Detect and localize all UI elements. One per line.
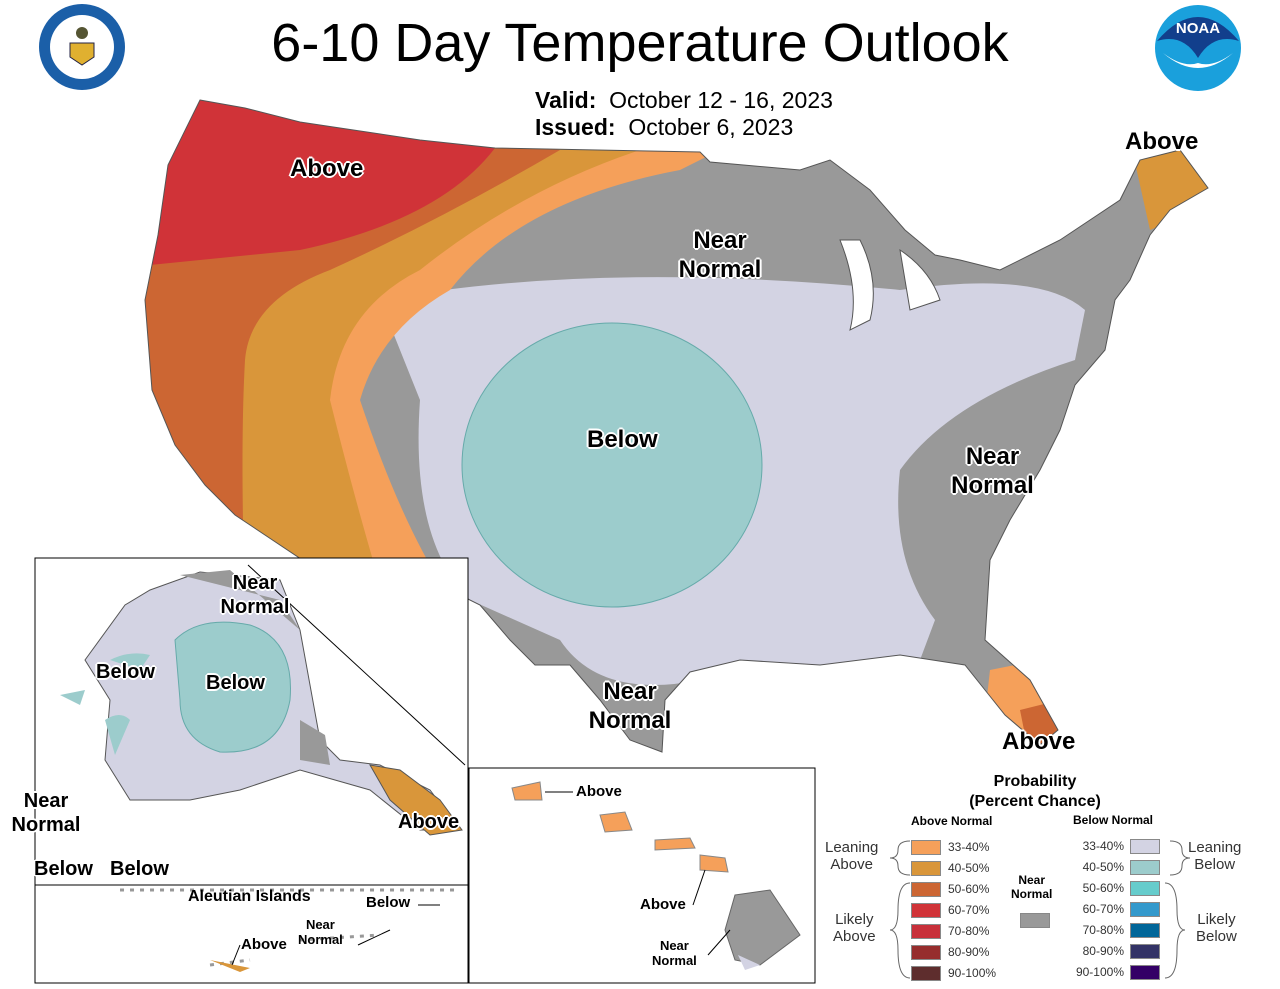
- label-line: Near: [23, 790, 69, 812]
- legend-range-below: 40-50%: [1082, 860, 1124, 874]
- legend-range-below: 60-70%: [1082, 902, 1124, 916]
- legend-range-above: 50-60%: [948, 882, 990, 896]
- ak-label-below-center: Below: [206, 672, 265, 694]
- ak-label-below-sw1: Below: [34, 858, 93, 880]
- legend-swatch-below: [1130, 923, 1160, 938]
- label-line: Near: [305, 917, 335, 932]
- label-line: Normal: [652, 953, 697, 968]
- ak-label-near-normal-west: Near Normal: [6, 789, 86, 837]
- label-line: Normal: [678, 256, 762, 283]
- label-near-normal-south: Near Normal: [584, 677, 676, 735]
- legend-range-above: 60-70%: [948, 903, 990, 917]
- ak-label-below-sw2: Below: [110, 858, 169, 880]
- legend-range-above: 80-90%: [948, 945, 990, 959]
- legend-swatch-below: [1130, 881, 1160, 896]
- legend: Probability (Percent Chance) Above Normal…: [820, 770, 1260, 985]
- label-line: Near: [693, 227, 747, 254]
- label-below-central: Below: [587, 426, 658, 453]
- legend-swatch-above: [911, 882, 941, 897]
- legend-swatch-above: [911, 966, 941, 981]
- label-line: Normal: [11, 814, 81, 836]
- aleutian-label-below: Below: [366, 894, 411, 911]
- hi-label-near-normal: Near Normal: [652, 938, 697, 968]
- ak-label-near-normal: Near Normal: [215, 571, 295, 619]
- label-above-florida: Above: [1002, 728, 1076, 755]
- legend-swatch-below: [1130, 965, 1160, 980]
- ak-label-above-southeast: Above: [398, 811, 460, 833]
- label-near-normal-north: Near Normal: [675, 226, 765, 284]
- label-line: Normal: [298, 932, 343, 947]
- legend-range-below: 70-80%: [1082, 923, 1124, 937]
- legend-range-above: 90-100%: [948, 966, 997, 980]
- legend-range-above: 70-80%: [948, 924, 990, 938]
- aleutian-label-near-normal: Near Normal: [298, 917, 343, 947]
- legend-range-above: 40-50%: [948, 861, 990, 875]
- legend-range-below: 50-60%: [1082, 881, 1124, 895]
- legend-range-below: 90-100%: [1075, 965, 1124, 979]
- ak-label-below-west: Below: [96, 661, 155, 683]
- legend-swatch-above: [911, 840, 941, 855]
- outlook-page: 6-10 Day Temperature Outlook Valid: Octo…: [0, 0, 1280, 989]
- label-near-normal-east: Near Normal: [945, 442, 1040, 500]
- legend-swatch-above: [911, 924, 941, 939]
- label-line: Near: [659, 938, 689, 953]
- label-above-northwest: Above: [290, 155, 364, 182]
- aleutian-title: Aleutian Islands: [188, 888, 311, 905]
- legend-swatch-above: [911, 861, 941, 876]
- label-above-maine: Above: [1125, 128, 1199, 155]
- label-line: Normal: [588, 707, 672, 734]
- legend-swatch-below: [1130, 902, 1160, 917]
- hi-label-above-1: Above: [576, 783, 622, 800]
- legend-range-below: 33-40%: [1082, 839, 1124, 853]
- label-line: Normal: [220, 596, 290, 618]
- label-line: Near: [603, 678, 657, 705]
- label-line: Normal: [951, 472, 1034, 499]
- legend-braces: [889, 840, 1191, 979]
- legend-swatch-below: [1130, 860, 1160, 875]
- legend-swatch-above: [911, 903, 941, 918]
- legend-swatch-below: [1130, 839, 1160, 854]
- label-line: Near: [232, 572, 278, 594]
- label-line: Near: [965, 443, 1020, 470]
- legend-swatch-above: [911, 945, 941, 960]
- hi-label-above-2: Above: [640, 896, 686, 913]
- legend-swatch-below: [1130, 944, 1160, 959]
- aleutian-label-above: Above: [241, 936, 287, 953]
- legend-range-above: 33-40%: [948, 840, 990, 854]
- legend-range-below: 80-90%: [1082, 944, 1124, 958]
